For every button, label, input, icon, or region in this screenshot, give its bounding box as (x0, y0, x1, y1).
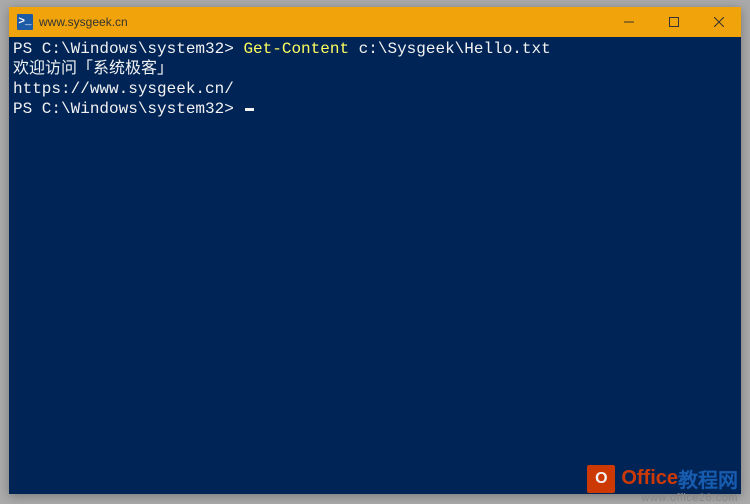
powershell-window: >_ www.sysgeek.cn PS C:\Windows\system32… (9, 7, 741, 494)
terminal-segment: PS C:\Windows\system32> (13, 100, 243, 118)
close-icon (714, 17, 724, 27)
watermark-logo: O Office 教程网 (587, 464, 738, 493)
minimize-icon (624, 17, 634, 27)
terminal-line: PS C:\Windows\system32> Get-Content c:\S… (13, 39, 737, 59)
window-title: www.sysgeek.cn (39, 15, 606, 29)
watermark-url: www.office26.com (642, 492, 738, 504)
terminal-segment: Get-Content (243, 40, 349, 58)
watermark-text-office: Office (621, 467, 678, 490)
terminal-segment: https://www.sysgeek.cn/ (13, 80, 234, 98)
terminal-segment: c:\Sysgeek\Hello.txt (349, 40, 551, 58)
maximize-button[interactable] (651, 7, 696, 37)
powershell-icon: >_ (17, 14, 33, 30)
watermark-text-cn: 教程网 (678, 464, 738, 493)
watermark-icon: O (587, 465, 615, 493)
terminal-line: 欢迎访问「系统极客」 (13, 59, 737, 79)
close-button[interactable] (696, 7, 741, 37)
titlebar[interactable]: >_ www.sysgeek.cn (9, 7, 741, 37)
window-controls (606, 7, 741, 37)
terminal-area[interactable]: PS C:\Windows\system32> Get-Content c:\S… (9, 37, 741, 121)
terminal-segment: PS C:\Windows\system32> (13, 40, 243, 58)
minimize-button[interactable] (606, 7, 651, 37)
terminal-line: PS C:\Windows\system32> (13, 99, 737, 119)
powershell-icon-glyph: >_ (18, 17, 31, 28)
terminal-line: https://www.sysgeek.cn/ (13, 79, 737, 99)
cursor (245, 108, 254, 111)
terminal-segment: 欢迎访问「系统极客」 (13, 60, 173, 78)
maximize-icon (669, 17, 679, 27)
